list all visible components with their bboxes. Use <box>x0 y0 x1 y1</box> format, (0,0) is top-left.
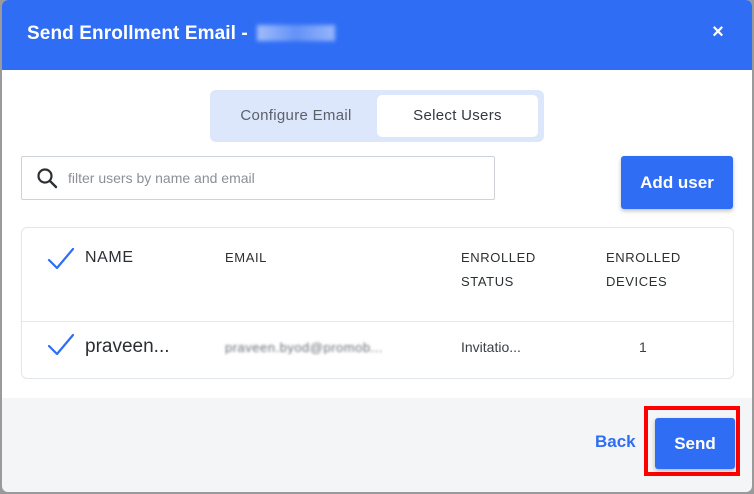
close-icon[interactable]: × <box>706 18 730 46</box>
header-devices-line2: DEVICES <box>606 274 668 289</box>
tab-switcher: Configure Email Select Users <box>210 90 544 142</box>
header-enrolled-status: ENROLLED STATUS <box>461 246 536 294</box>
header-name[interactable]: NAME <box>85 246 134 270</box>
add-user-button[interactable]: Add user <box>621 156 733 209</box>
header-devices-line1: ENROLLED <box>606 250 681 265</box>
search-input[interactable] <box>66 158 490 198</box>
header-status-line2: STATUS <box>461 274 514 289</box>
row-status: Invitatio... <box>461 339 521 355</box>
dialog-header: Send Enrollment Email - × <box>2 0 752 70</box>
select-all-checkmark-icon[interactable] <box>46 246 76 272</box>
search-box <box>21 156 495 200</box>
enrollment-email-dialog: Send Enrollment Email - × Configure Emai… <box>2 0 752 492</box>
tab-configure-email[interactable]: Configure Email <box>216 95 376 137</box>
row-checkmark-icon[interactable] <box>46 332 76 358</box>
header-email: EMAIL <box>225 250 268 265</box>
users-table: NAME EMAIL ENROLLED STATUS ENROLLED DEVI… <box>21 227 734 379</box>
row-name: praveen... <box>85 336 170 357</box>
table-divider <box>22 321 733 322</box>
search-icon <box>37 168 58 189</box>
tab-select-users[interactable]: Select Users <box>377 95 538 137</box>
send-button[interactable]: Send <box>655 418 735 469</box>
header-enrolled-devices: ENROLLED DEVICES <box>606 246 681 294</box>
row-email: praveen.byod@promob... <box>225 340 383 354</box>
row-devices: 1 <box>639 339 647 355</box>
dialog-title-text: Send Enrollment Email - <box>27 23 254 44</box>
header-status-line1: ENROLLED <box>461 250 536 265</box>
redacted-device-name <box>257 25 336 41</box>
dialog-body: Configure Email Select Users Add user NA… <box>2 70 752 398</box>
back-button[interactable]: Back <box>595 432 636 452</box>
dialog-title: Send Enrollment Email - <box>27 23 336 45</box>
